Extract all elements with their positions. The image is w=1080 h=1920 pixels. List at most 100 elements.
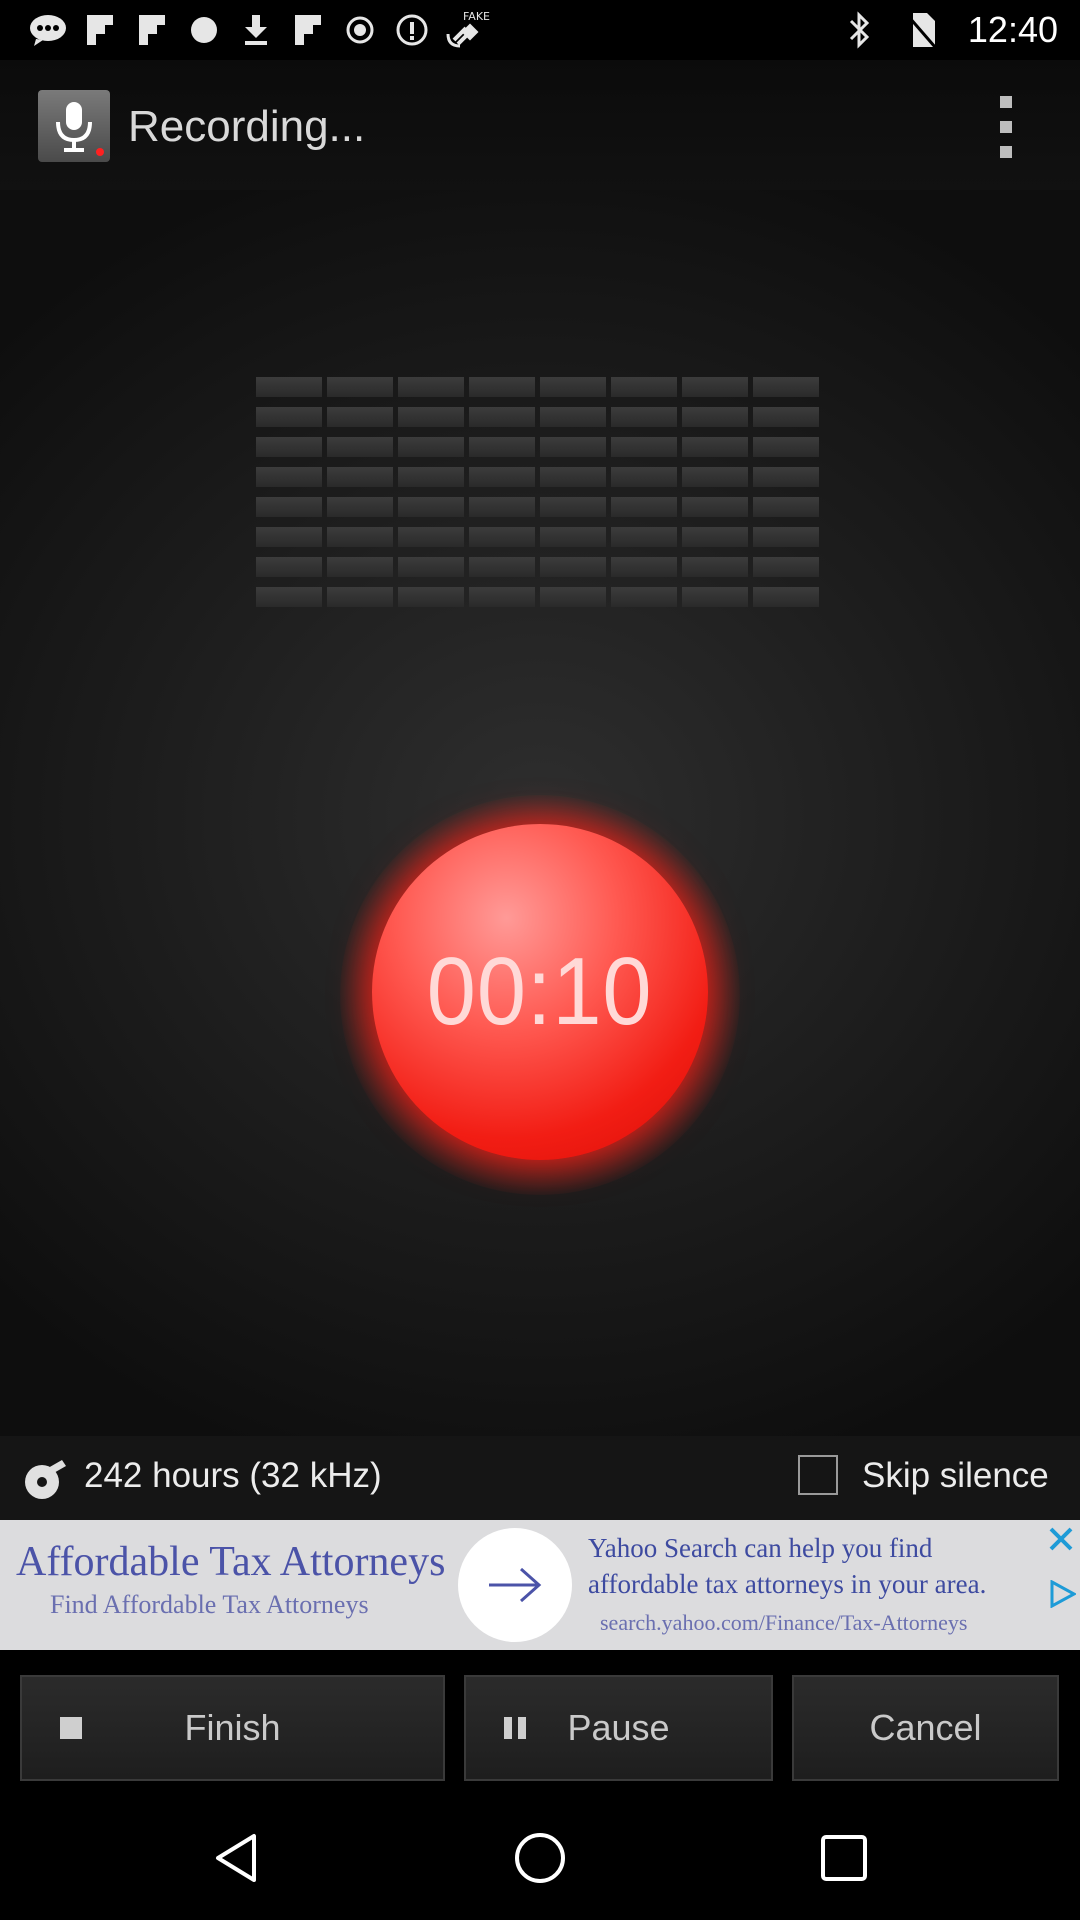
pause-label: Pause xyxy=(567,1707,670,1748)
meter-segment xyxy=(256,527,322,547)
ad-close-icon[interactable] xyxy=(1046,1524,1076,1554)
meter-segment xyxy=(398,407,464,427)
meter-segment xyxy=(469,467,535,487)
meter-segment xyxy=(469,377,535,397)
action-bar: Recording... xyxy=(0,60,1080,190)
level-meter xyxy=(256,373,824,607)
meter-segment xyxy=(327,527,393,547)
meter-segment xyxy=(611,377,677,397)
meter-segment xyxy=(753,527,819,547)
meter-segment xyxy=(611,557,677,577)
flipboard-icon xyxy=(126,8,178,52)
ad-subline[interactable]: Find Affordable Tax Attorneys xyxy=(50,1590,369,1620)
ad-url[interactable]: search.yahoo.com/Finance/Tax-Attorneys xyxy=(600,1610,967,1636)
meter-segment xyxy=(540,377,606,397)
meter-segment xyxy=(256,377,322,397)
back-icon[interactable] xyxy=(208,1828,268,1888)
meter-column xyxy=(398,373,464,607)
ad-description[interactable]: Yahoo Search can help you find affordabl… xyxy=(588,1530,1048,1602)
meter-segment xyxy=(540,437,606,457)
finish-label: Finish xyxy=(184,1707,281,1748)
status-bar: FAKE 12:40 xyxy=(0,0,1080,60)
meter-segment xyxy=(753,557,819,577)
meter-segment xyxy=(469,407,535,427)
skip-silence-checkbox[interactable] xyxy=(798,1455,838,1495)
meter-segment xyxy=(682,467,748,487)
meter-segment xyxy=(682,587,748,607)
meter-segment xyxy=(398,377,464,397)
bluetooth-icon xyxy=(834,8,886,52)
meter-segment xyxy=(682,497,748,517)
navigation-bar xyxy=(0,1796,1080,1920)
meter-segment xyxy=(398,587,464,607)
meter-segment xyxy=(256,437,322,457)
skip-silence-label[interactable]: Skip silence xyxy=(862,1456,1049,1496)
cancel-button[interactable]: Cancel xyxy=(792,1675,1059,1781)
meter-segment xyxy=(398,497,464,517)
record-timer-button[interactable]: 00:10 xyxy=(372,824,708,1160)
download-icon xyxy=(230,8,282,52)
meter-segment xyxy=(327,557,393,577)
meter-column xyxy=(469,373,535,607)
ad-banner[interactable]: Affordable Tax Attorneys Find Affordable… xyxy=(0,1520,1080,1650)
meter-segment xyxy=(256,587,322,607)
meter-segment xyxy=(611,467,677,487)
overflow-menu-icon[interactable] xyxy=(990,96,1022,158)
meter-segment xyxy=(398,557,464,577)
home-icon[interactable] xyxy=(510,1828,570,1888)
meter-column xyxy=(611,373,677,607)
meter-segment xyxy=(540,557,606,577)
meter-segment xyxy=(753,377,819,397)
stop-icon xyxy=(60,1717,82,1739)
meter-segment xyxy=(540,497,606,517)
app-title: Recording... xyxy=(128,102,366,151)
meter-column xyxy=(682,373,748,607)
disc-icon xyxy=(25,1460,66,1499)
meter-segment xyxy=(682,557,748,577)
recorder-controls: Finish Pause Cancel xyxy=(0,1660,1080,1796)
ad-choices-icon[interactable] xyxy=(1048,1580,1076,1608)
target-icon xyxy=(334,8,386,52)
fake-gps-label: FAKE xyxy=(462,10,490,23)
meter-segment xyxy=(469,497,535,517)
meter-segment xyxy=(753,407,819,427)
meter-segment xyxy=(540,527,606,547)
meter-segment xyxy=(327,377,393,397)
meter-segment xyxy=(256,407,322,427)
meter-segment xyxy=(327,467,393,487)
elapsed-time: 00:10 xyxy=(427,938,653,1045)
meter-segment xyxy=(469,527,535,547)
meter-segment xyxy=(611,437,677,457)
meter-segment xyxy=(540,407,606,427)
meter-segment xyxy=(256,467,322,487)
recorder-screen: Recording... 00:10 242 hours (32 kHz) Sk… xyxy=(0,60,1080,1520)
meter-segment xyxy=(753,467,819,487)
meter-segment xyxy=(682,407,748,427)
recents-icon[interactable] xyxy=(814,1828,874,1888)
storage-remaining: 242 hours (32 kHz) xyxy=(84,1456,382,1495)
cancel-label: Cancel xyxy=(869,1707,982,1748)
microphone-app-icon[interactable] xyxy=(38,90,110,162)
meter-column xyxy=(540,373,606,607)
meter-segment xyxy=(327,497,393,517)
meter-column xyxy=(327,373,393,607)
ad-arrow-icon[interactable] xyxy=(458,1528,572,1642)
meter-segment xyxy=(753,587,819,607)
finish-button[interactable]: Finish xyxy=(20,1675,445,1781)
ad-headline[interactable]: Affordable Tax Attorneys xyxy=(16,1538,445,1586)
pause-button[interactable]: Pause xyxy=(464,1675,773,1781)
meter-segment xyxy=(469,557,535,577)
flipboard-icon xyxy=(74,8,126,52)
meter-segment xyxy=(611,587,677,607)
meter-column xyxy=(753,373,819,607)
status-time: 12:40 xyxy=(967,9,1058,50)
meter-segment xyxy=(753,437,819,457)
meter-segment xyxy=(398,437,464,457)
messenger-icon xyxy=(22,8,74,52)
pause-icon xyxy=(504,1717,526,1739)
meter-segment xyxy=(256,497,322,517)
meter-segment xyxy=(540,587,606,607)
meter-segment xyxy=(611,527,677,547)
flipboard-icon xyxy=(282,8,334,52)
meter-segment xyxy=(327,407,393,427)
